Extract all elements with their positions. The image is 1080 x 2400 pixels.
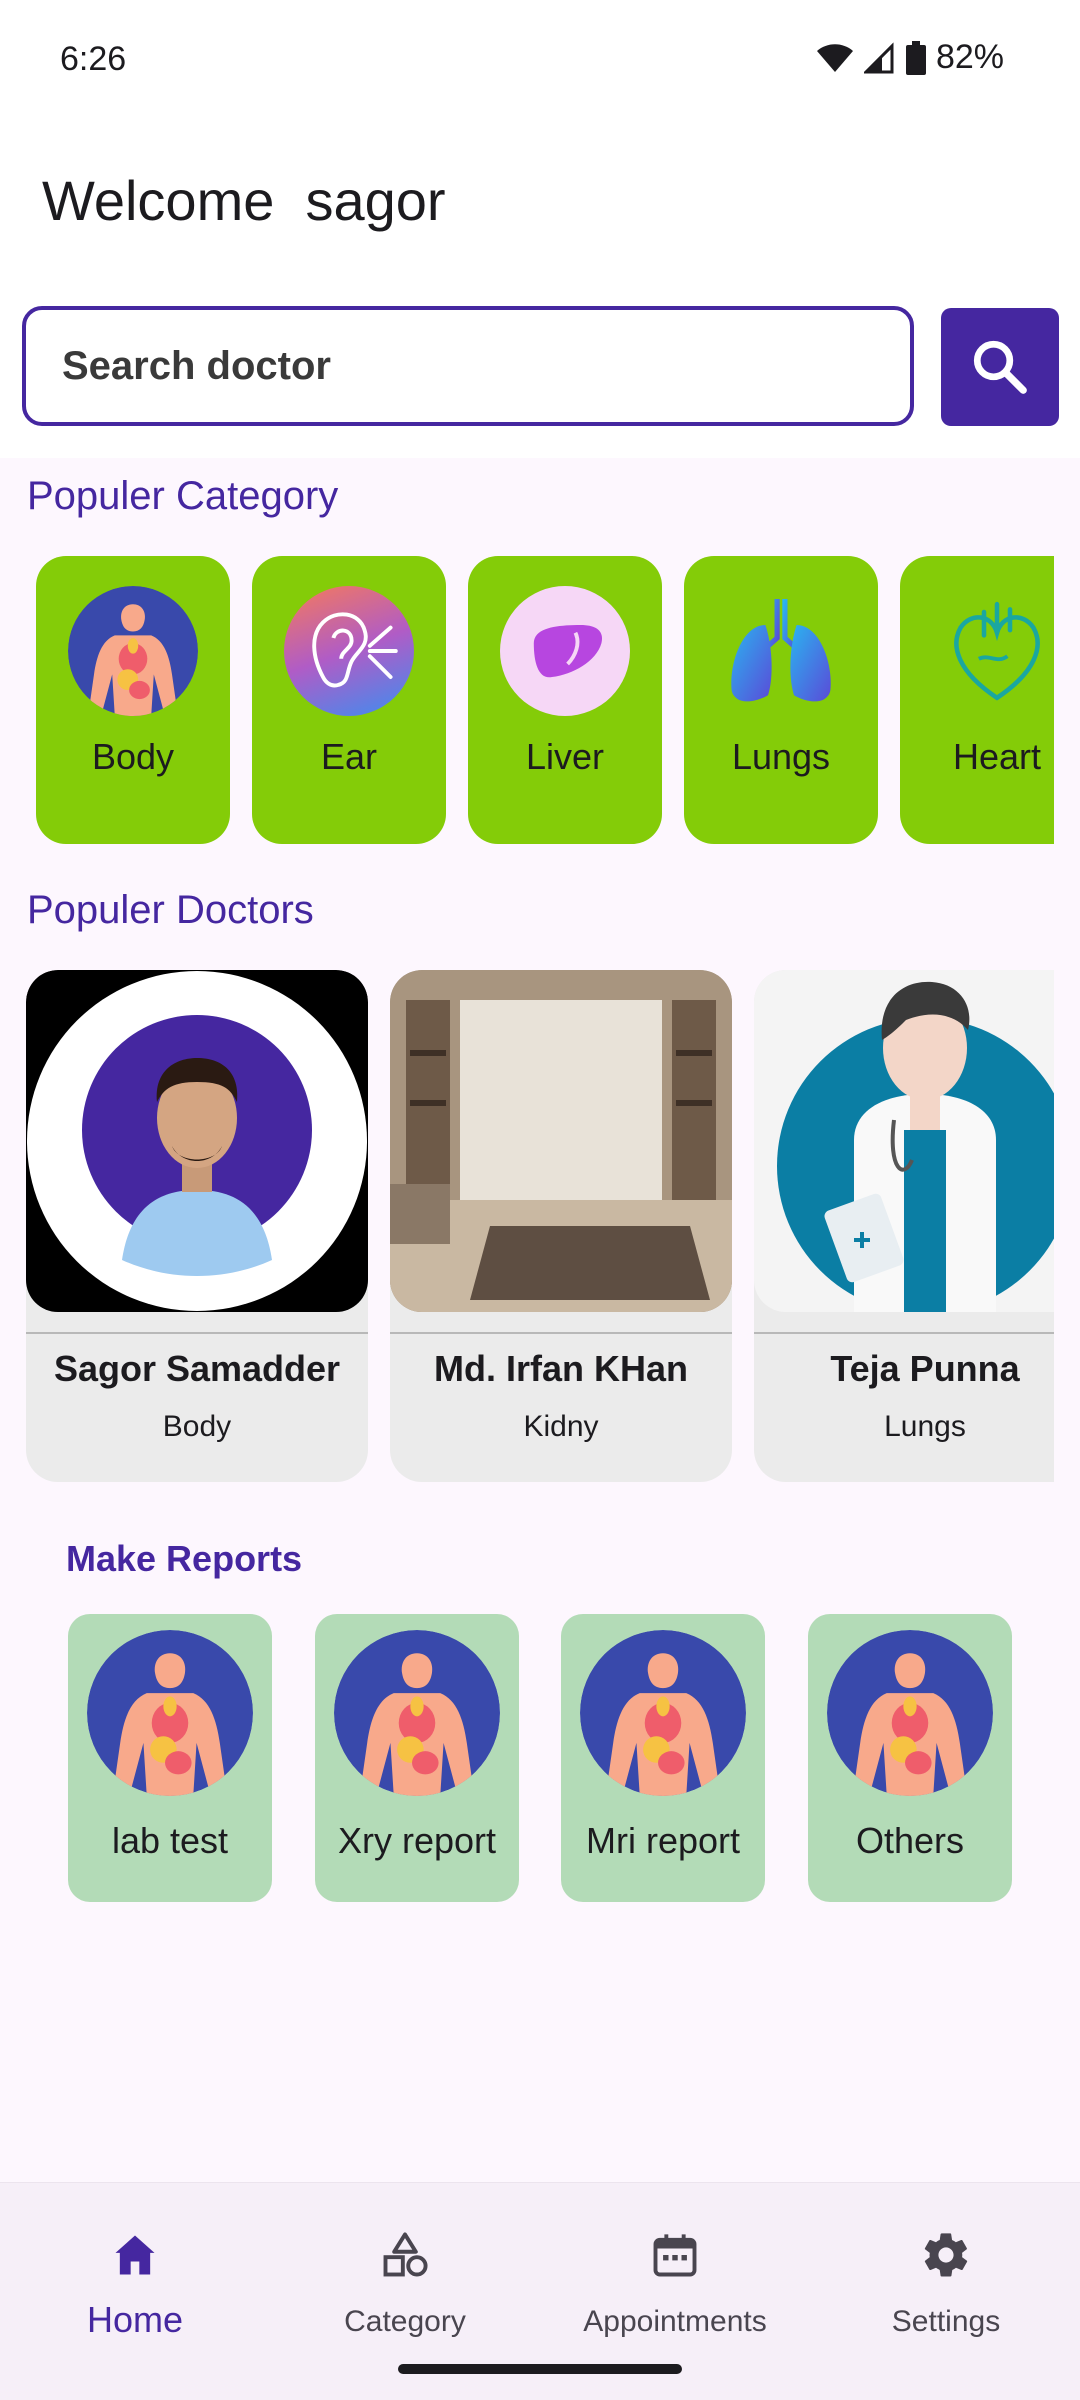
- doctor-list[interactable]: Sagor Samadder Body Md. Irfan KHan Kidny: [26, 970, 1054, 1484]
- category-card-ear[interactable]: Ear: [252, 556, 446, 844]
- search-button[interactable]: [941, 308, 1059, 426]
- report-card-others[interactable]: Others: [808, 1614, 1012, 1902]
- report-card-xry-report[interactable]: Xry report: [315, 1614, 519, 1902]
- report-label: Xry report: [337, 1820, 497, 1861]
- heart-icon: [932, 586, 1054, 716]
- liver-icon: [500, 586, 630, 716]
- category-label: Body: [91, 736, 175, 777]
- body-icon: [827, 1630, 993, 1796]
- doctor-specialty: Body: [162, 1410, 232, 1443]
- body-icon: [87, 1630, 253, 1796]
- search-input[interactable]: [22, 306, 914, 426]
- nav-item-appointments[interactable]: Appointments: [555, 2209, 795, 2349]
- battery-percent: 82%: [935, 38, 1004, 76]
- status-bar: 6:26 82%: [0, 0, 1080, 120]
- divider: [390, 1332, 732, 1334]
- reports-section-title: Make Reports: [66, 1538, 303, 1579]
- gear-icon: [924, 2233, 968, 2277]
- doctor-card-sagor-samadder[interactable]: Sagor Samadder Body: [26, 970, 368, 1482]
- doctor-name: Teja Punna: [830, 1348, 1020, 1389]
- ear-icon: [284, 586, 414, 716]
- nav-label: Category: [344, 2305, 466, 2338]
- report-label: Others: [855, 1820, 965, 1861]
- status-time: 6:26: [60, 40, 127, 78]
- nav-label: Appointments: [583, 2305, 767, 2338]
- doctor-card-md-irfan-khan[interactable]: Md. Irfan KHan Kidny: [390, 970, 732, 1482]
- lungs-icon: [716, 586, 846, 716]
- category-card-liver[interactable]: Liver: [468, 556, 662, 844]
- category-label: Heart: [952, 736, 1042, 777]
- report-label: lab test: [111, 1820, 229, 1861]
- doctors-section-title: Populer Doctors: [27, 888, 314, 932]
- gesture-handle[interactable]: [398, 2364, 682, 2374]
- doctor-avatar: [754, 970, 1054, 1312]
- nav-label: Home: [86, 2299, 184, 2340]
- calendar-icon: [653, 2234, 697, 2277]
- report-card-mri-report[interactable]: Mri report: [561, 1614, 765, 1902]
- category-card-body[interactable]: Body: [36, 556, 230, 844]
- doctor-name: Sagor Samadder: [53, 1348, 341, 1389]
- search-icon: [973, 340, 1027, 394]
- divider: [26, 1332, 368, 1334]
- doctor-avatar: [26, 970, 368, 1312]
- cell-signal-icon: [863, 41, 894, 73]
- body-icon: [580, 1630, 746, 1796]
- battery-icon: [905, 40, 926, 75]
- report-label: Mri report: [585, 1820, 741, 1861]
- doctor-card-teja-punna[interactable]: Teja Punna Lungs: [754, 970, 1054, 1482]
- category-list[interactable]: Body Ear Liver Lungs Heart: [36, 556, 1054, 846]
- report-card-lab-test[interactable]: lab test: [68, 1614, 272, 1902]
- body-icon: [68, 586, 198, 716]
- doctor-avatar: [390, 970, 732, 1312]
- nav-item-category[interactable]: Category: [285, 2209, 525, 2349]
- header: Welcome sagor: [0, 120, 1080, 458]
- category-section-title: Populer Category: [27, 474, 339, 518]
- doctor-specialty: Lungs: [884, 1410, 966, 1443]
- category-label: Lungs: [731, 736, 831, 777]
- home-icon: [115, 2235, 155, 2275]
- category-label: Ear: [320, 736, 378, 777]
- nav-item-settings[interactable]: Settings: [826, 2209, 1066, 2349]
- status-icons: 82%: [816, 38, 1004, 77]
- body-icon: [334, 1630, 500, 1796]
- nav-label: Settings: [891, 2305, 1001, 2338]
- category-label: Liver: [525, 736, 605, 777]
- category-card-heart[interactable]: Heart: [900, 556, 1054, 844]
- shapes-icon: [383, 2232, 428, 2277]
- doctor-name: Md. Irfan KHan: [433, 1348, 688, 1389]
- doctor-specialty: Kidny: [523, 1410, 599, 1443]
- category-card-lungs[interactable]: Lungs: [684, 556, 878, 844]
- nav-item-home[interactable]: Home: [15, 2209, 255, 2349]
- wifi-icon: [816, 43, 853, 72]
- welcome-title: Welcome sagor: [42, 169, 446, 232]
- divider: [754, 1332, 1054, 1334]
